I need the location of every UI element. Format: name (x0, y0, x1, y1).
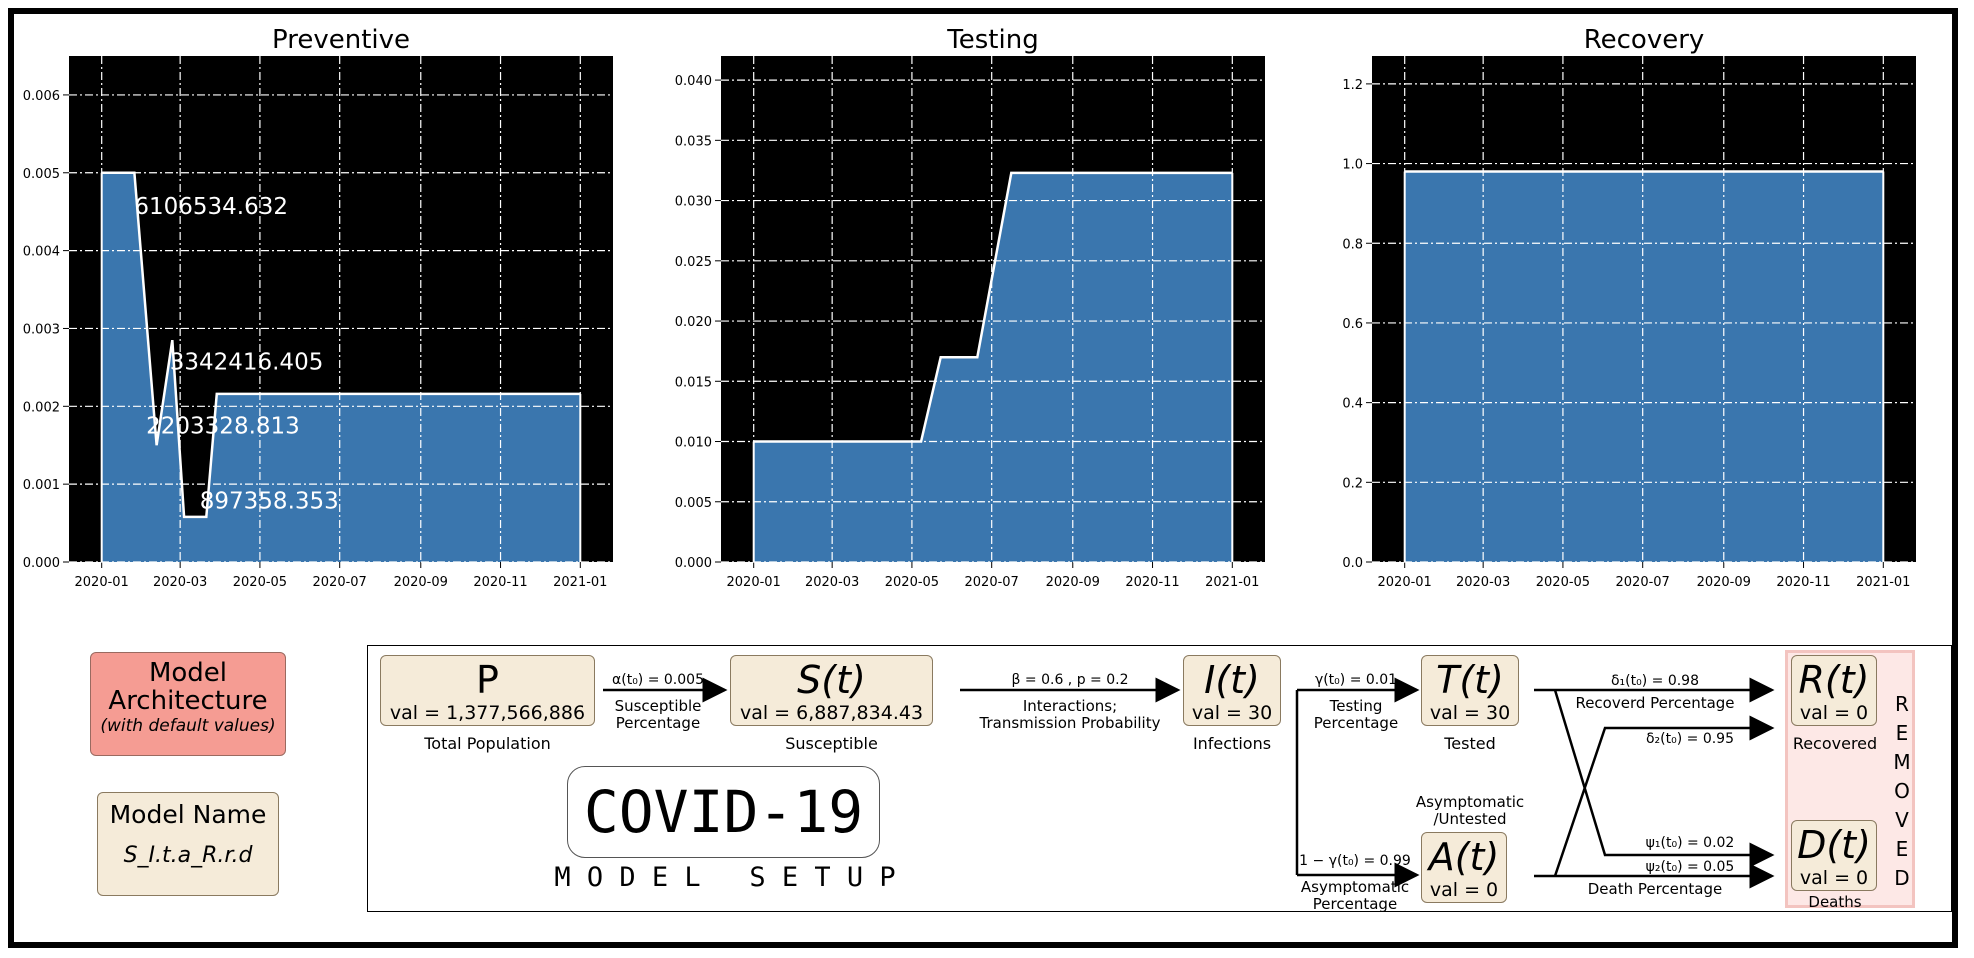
node-r-caption: Recovered (1792, 734, 1878, 753)
node-a-caption-2: /Untested (1433, 810, 1507, 828)
node-d: D(t) val = 0 (1791, 820, 1877, 891)
node-i-value: val = 30 (1191, 702, 1273, 724)
node-t-value: val = 30 (1429, 702, 1511, 724)
edge-si-top: β = 0.6 , p = 0.2 (1011, 672, 1129, 688)
edge-d1: δ₁(t₀) = 0.98 (1610, 673, 1699, 689)
node-r-value: val = 0 (1799, 702, 1869, 724)
node-s-value: val = 6,887,834.43 (739, 702, 924, 724)
edge-ps-top: α(t₀) = 0.005 (612, 672, 704, 688)
edge-it-top: γ(t₀) = 0.01 (1314, 672, 1398, 688)
covid-title: COVID-19 (583, 778, 864, 846)
node-i-symbol: I(t) (1204, 658, 1260, 702)
edge-ps-label-1: Susceptible (614, 697, 702, 715)
node-p-value: val = 1,377,566,886 (389, 702, 586, 724)
node-s-symbol: S(t) (797, 658, 866, 702)
node-d-value: val = 0 (1799, 867, 1869, 889)
node-a: A(t) val = 0 (1421, 832, 1507, 903)
node-t-symbol: T(t) (1436, 658, 1504, 702)
node-s: S(t) val = 6,887,834.43 (730, 655, 933, 726)
node-r-symbol: R(t) (1798, 658, 1870, 702)
edge-si-label-1: Interactions; (1022, 697, 1118, 715)
node-r: R(t) val = 0 (1791, 655, 1877, 726)
node-a-symbol: A(t) (1428, 835, 1500, 879)
node-p-caption: Total Population (424, 734, 551, 753)
edge-psi1: ψ₁(t₀) = 0.02 (1645, 835, 1735, 851)
node-s-caption: Susceptible (785, 734, 878, 753)
model-setup-label: M O D E L S E T U P (554, 862, 896, 893)
node-i: I(t) val = 30 (1183, 655, 1281, 726)
node-p-symbol: P (476, 658, 499, 702)
node-a-value: val = 0 (1429, 879, 1499, 901)
edge-si-label-2: Transmission Probability (979, 714, 1161, 732)
node-t-caption: Tested (1444, 734, 1496, 753)
edge-ps-label-2: Percentage (615, 714, 701, 732)
edge-it-label-2: Percentage (1313, 714, 1399, 732)
node-a-caption-1: Asymptomatic (1415, 793, 1525, 811)
node-t: T(t) val = 30 (1421, 655, 1519, 726)
edge-it-label-1: Testing (1329, 697, 1383, 715)
arrow-t-d (1553, 689, 1775, 868)
node-i-caption: Infections (1192, 734, 1272, 753)
edge-ia-top: 1 − γ(t₀) = 0.99 (1299, 853, 1411, 869)
node-d-caption: Deaths (1808, 893, 1862, 911)
node-p: P val = 1,377,566,886 (380, 655, 595, 726)
edge-psi2: ψ₂(t₀) = 0.05 (1645, 859, 1735, 875)
edge-d2: δ₂(t₀) = 0.95 (1645, 731, 1734, 747)
diagram-arrows (603, 677, 1775, 889)
edge-d1-label: Recoverd Percentage (1575, 694, 1735, 712)
covid-title-box: COVID-19 (567, 766, 880, 858)
edge-death-label: Death Percentage (1587, 880, 1723, 898)
edge-ia-label-2: Percentage (1312, 895, 1398, 913)
node-d-symbol: D(t) (1797, 823, 1871, 867)
edge-ia-label-1: Asymptomatic (1300, 878, 1410, 896)
